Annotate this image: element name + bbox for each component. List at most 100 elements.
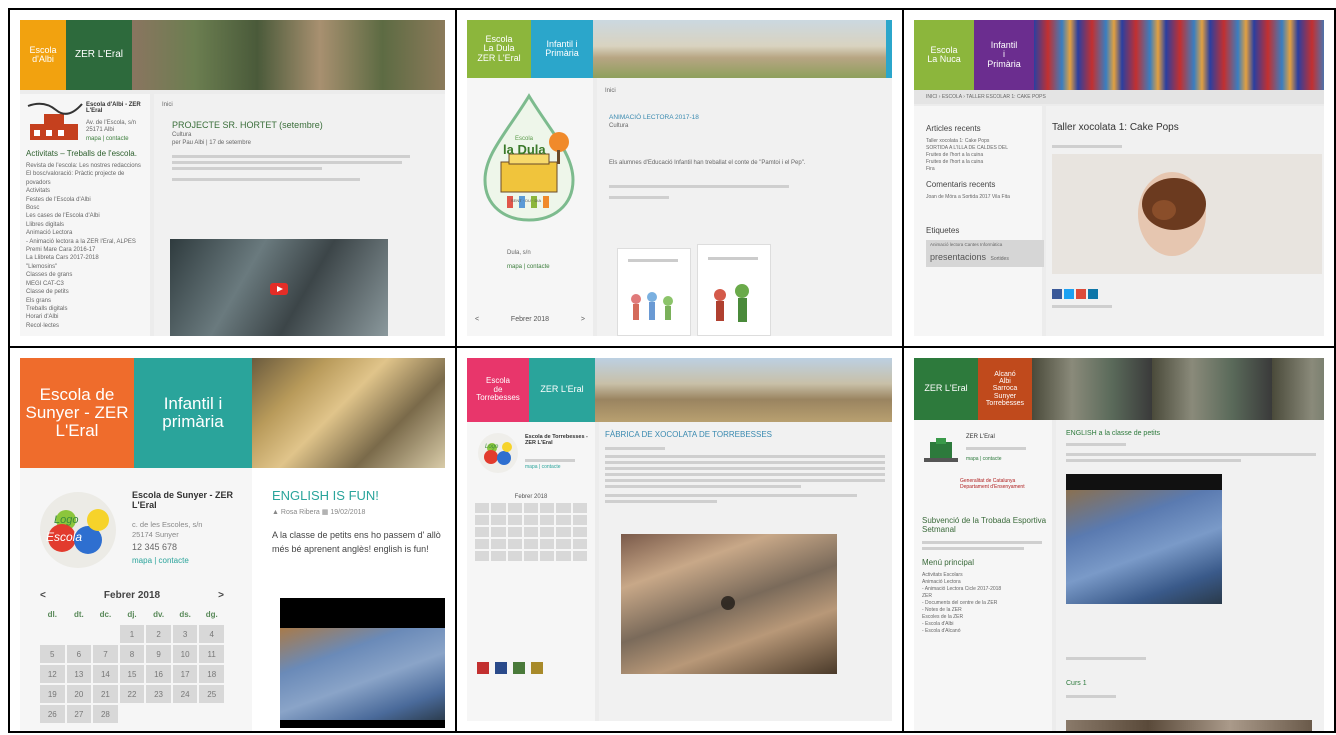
menu-item[interactable]: Bosc bbox=[26, 204, 146, 212]
calendar-day-cell[interactable] bbox=[523, 539, 539, 549]
calendar-day[interactable]: 26 bbox=[40, 705, 65, 723]
play-icon[interactable] bbox=[721, 596, 735, 610]
menu-item[interactable]: Revista de l'escola: Les nostres redacci… bbox=[26, 162, 146, 170]
post2-image-strip[interactable] bbox=[1066, 720, 1312, 731]
calendar-day[interactable]: 12 bbox=[40, 665, 65, 683]
gencat-logo[interactable]: Generalitat de Catalunya Departament d'E… bbox=[960, 478, 1046, 490]
recent-post-link[interactable]: Taller xocolata 1: Cake Pops bbox=[926, 138, 1036, 145]
menu-item[interactable]: Les cases de l'Escola d'Albi bbox=[26, 212, 146, 220]
calendar-next-button[interactable]: > bbox=[581, 316, 585, 323]
post-featured-image[interactable] bbox=[1052, 154, 1322, 274]
calendar-day-cell[interactable] bbox=[540, 539, 555, 549]
calendar-day-cell[interactable] bbox=[507, 503, 522, 513]
menu-item[interactable]: Recol·lectes bbox=[26, 322, 146, 330]
school-title-box[interactable]: Escola de Sunyer - ZER L'Eral bbox=[20, 358, 134, 468]
school-title-box[interactable]: Escola La Nuca bbox=[914, 20, 974, 90]
menu-item[interactable]: MEGI CAT-C3 bbox=[26, 280, 146, 288]
calendar-day[interactable]: 27 bbox=[66, 705, 92, 723]
menu-item[interactable]: "Llemosins" bbox=[26, 263, 146, 271]
post-title[interactable]: ENGLISH a la classe de petits bbox=[1066, 430, 1160, 437]
calendar-day-cell[interactable] bbox=[556, 527, 571, 537]
calendar-day-cell[interactable] bbox=[556, 503, 571, 513]
calendar-day-cell[interactable] bbox=[572, 539, 587, 549]
menu-item[interactable]: Premi Mare Cara 2016-17 bbox=[26, 246, 146, 254]
calendar-day[interactable]: 22 bbox=[119, 685, 145, 703]
calendar-day-cell[interactable] bbox=[491, 539, 506, 549]
partner-logo-icon[interactable] bbox=[513, 662, 525, 674]
partner-logo-icon[interactable] bbox=[477, 662, 489, 674]
menu-item[interactable]: Els grans bbox=[26, 297, 146, 305]
calendar-day[interactable]: 11 bbox=[199, 645, 224, 663]
calendar-day-cell[interactable] bbox=[572, 527, 587, 537]
facebook-icon[interactable] bbox=[1052, 289, 1062, 299]
calendar-day-cell[interactable] bbox=[475, 551, 490, 561]
calendar-day-cell[interactable] bbox=[475, 539, 490, 549]
calendar-day[interactable]: 1 bbox=[119, 625, 145, 643]
recent-comment[interactable]: Joan de Móra a Sortida 2017 Vila Fita bbox=[926, 194, 1036, 200]
menu-item[interactable]: Escoles de la ZER bbox=[922, 614, 1048, 621]
post2-title[interactable]: Curs 1 bbox=[1066, 680, 1087, 687]
calendar-day-cell[interactable] bbox=[475, 503, 490, 513]
level-title-box[interactable]: Infantil i primària bbox=[134, 358, 252, 468]
calendar-day[interactable]: 8 bbox=[119, 645, 145, 663]
partner-logo-icon[interactable] bbox=[495, 662, 507, 674]
menu-item[interactable]: Animació Lectora bbox=[922, 579, 1048, 586]
menu-item[interactable]: Activitats bbox=[26, 187, 146, 195]
level-title-box[interactable]: Infantil i Primària bbox=[974, 20, 1034, 90]
play-icon[interactable] bbox=[270, 283, 288, 295]
calendar-day[interactable]: 9 bbox=[146, 645, 171, 663]
twitter-icon[interactable] bbox=[1064, 289, 1074, 299]
menu-item[interactable]: - Escola d'Alcanó bbox=[922, 628, 1048, 635]
map-contact-links[interactable]: mapa | contacte bbox=[507, 264, 550, 270]
menu-item[interactable]: Animació Lectora bbox=[26, 229, 146, 237]
video-player[interactable] bbox=[621, 534, 837, 674]
post-title[interactable]: ENGLISH IS FUN! bbox=[272, 488, 379, 503]
calendar-prev-button[interactable]: < bbox=[40, 590, 46, 601]
calendar-day[interactable]: 20 bbox=[66, 685, 92, 703]
drawing-thumbnail[interactable] bbox=[617, 248, 691, 336]
menu-item[interactable]: - Escola d'Albi bbox=[922, 621, 1048, 628]
tag-links-small[interactable]: Animació lectora Cantes Informàtica bbox=[930, 242, 1040, 247]
calendar-day-cell[interactable] bbox=[572, 503, 587, 513]
recent-post-link[interactable]: SORTIDA A L'ILLA DE CALDES DEL bbox=[926, 145, 1036, 152]
map-contact-links[interactable]: mapa | contacte bbox=[86, 136, 129, 142]
calendar-day-cell[interactable] bbox=[523, 551, 539, 561]
calendar-day-cell[interactable] bbox=[572, 551, 587, 561]
calendar-day[interactable]: 18 bbox=[199, 665, 224, 683]
school-title-box[interactable]: Escola La Dula ZER L'Eral bbox=[467, 20, 531, 78]
menu-item[interactable]: - Animació Lectora Cicle 2017-2018 bbox=[922, 586, 1048, 593]
schools-list-box[interactable]: Alcanó Albi Sarroca Sunyer Torrebesses bbox=[978, 358, 1032, 420]
calendar-day-cell[interactable] bbox=[491, 551, 506, 561]
calendar-day[interactable]: 2 bbox=[146, 625, 171, 643]
post-category[interactable]: Cultura bbox=[172, 132, 191, 138]
menu-item[interactable]: El bosc/valoració: Pràctic projecte de p… bbox=[26, 170, 146, 187]
calendar-day[interactable]: 19 bbox=[40, 685, 65, 703]
menu-item[interactable]: Treballs digitals bbox=[26, 305, 146, 313]
calendar-day[interactable]: 4 bbox=[199, 625, 224, 643]
menu-item[interactable]: Horari d'Albi bbox=[26, 313, 146, 321]
post-title[interactable]: ANIMACIÓ LECTORA 2017-18 bbox=[609, 114, 699, 121]
breadcrumb[interactable]: INICI › ESCOLA › TALLER ESCOLAR 1: CAKE … bbox=[926, 94, 1046, 100]
breadcrumb[interactable]: Inici bbox=[162, 102, 173, 108]
post-author[interactable]: Rosa Ribera bbox=[281, 509, 320, 516]
menu-item[interactable]: Activitats Escolars bbox=[922, 572, 1048, 579]
calendar-day-cell[interactable] bbox=[556, 539, 571, 549]
menu-item[interactable]: Classes de grans bbox=[26, 271, 146, 279]
calendar-day[interactable]: 6 bbox=[66, 645, 92, 663]
calendar-day-cell[interactable] bbox=[475, 527, 490, 537]
recent-post-link[interactable]: Fruites de l'hort a la cuina bbox=[926, 152, 1036, 159]
calendar-day[interactable]: 17 bbox=[172, 665, 198, 683]
zer-title-box[interactable]: ZER L'Eral bbox=[66, 20, 132, 90]
calendar-day-cell[interactable] bbox=[507, 527, 522, 537]
menu-item[interactable]: Festes de l'Escola d'Albi bbox=[26, 196, 146, 204]
calendar-day-cell[interactable] bbox=[556, 515, 571, 525]
menu-item[interactable]: - Animació lectora a la ZER l'Eral, ALPE… bbox=[26, 238, 146, 246]
calendar-day-cell[interactable] bbox=[540, 551, 555, 561]
partner-logo-icon[interactable] bbox=[531, 662, 543, 674]
calendar-day[interactable]: 3 bbox=[172, 625, 198, 643]
calendar-day-cell[interactable] bbox=[491, 527, 506, 537]
video-player[interactable] bbox=[280, 598, 445, 728]
breadcrumb[interactable]: Inici bbox=[605, 88, 616, 94]
calendar-day[interactable]: 15 bbox=[119, 665, 145, 683]
tag-sortides[interactable]: Sortides bbox=[991, 256, 1009, 262]
